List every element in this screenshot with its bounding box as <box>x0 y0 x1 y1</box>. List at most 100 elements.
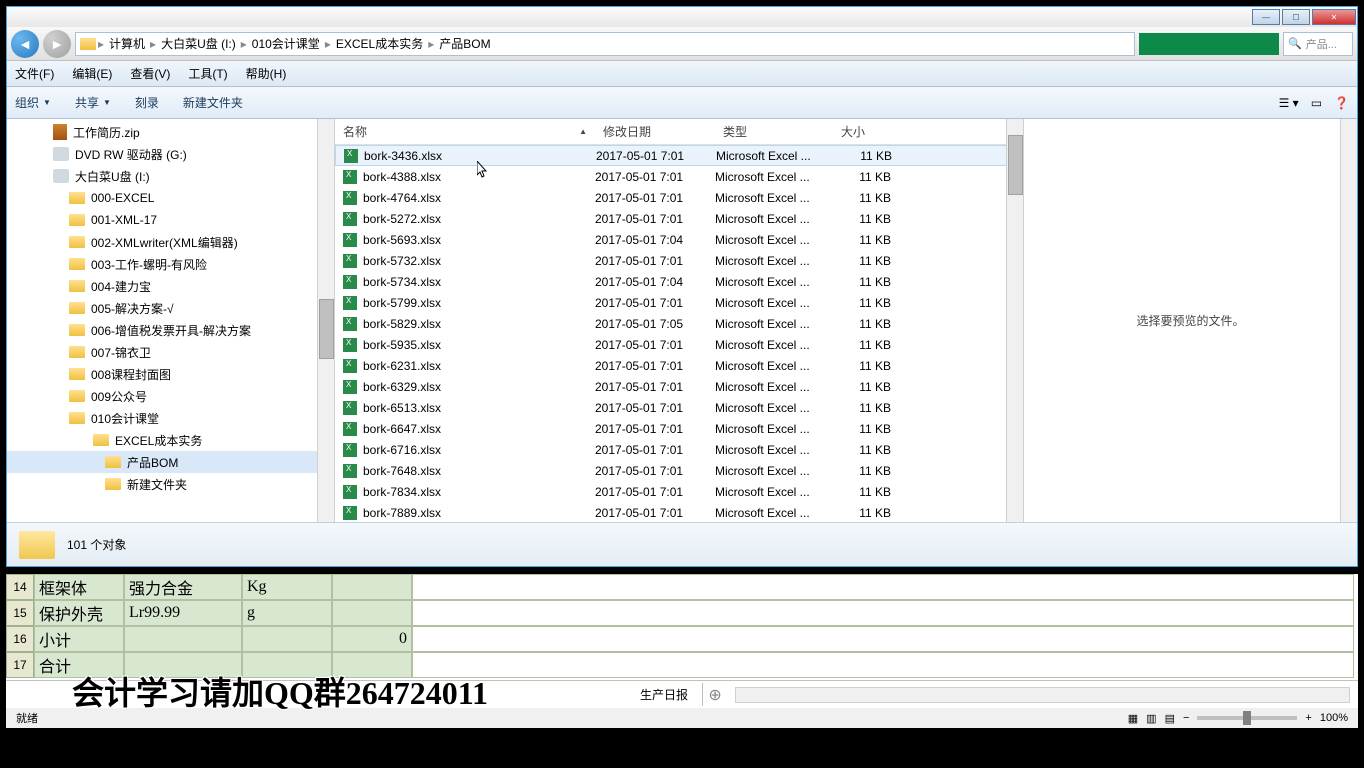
file-row[interactable]: bork-6329.xlsx 2017-05-01 7:01 Microsoft… <box>335 376 1023 397</box>
excel-row[interactable]: 16 小计 0 <box>6 626 1358 652</box>
row-header[interactable]: 17 <box>6 652 34 678</box>
file-row[interactable]: bork-5799.xlsx 2017-05-01 7:01 Microsoft… <box>335 292 1023 313</box>
menu-tools[interactable]: 工具(T) <box>188 65 227 82</box>
file-row[interactable]: bork-4388.xlsx 2017-05-01 7:01 Microsoft… <box>335 166 1023 187</box>
close-button[interactable]: ✕ <box>1312 9 1356 25</box>
menu-edit[interactable]: 编辑(E) <box>72 65 112 82</box>
add-sheet-button[interactable]: ⊕ <box>703 685 727 705</box>
zoom-out-button[interactable]: − <box>1183 712 1189 724</box>
help-icon[interactable]: ❓ <box>1334 96 1349 110</box>
row-header[interactable]: 14 <box>6 574 34 600</box>
forward-button[interactable]: ► <box>43 30 71 58</box>
cell[interactable]: Lr99.99 <box>124 600 242 626</box>
tree-item[interactable]: 003-工作-螺明-有风险 <box>7 253 334 275</box>
menu-file[interactable]: 文件(F) <box>15 65 54 82</box>
cell[interactable]: 小计 <box>34 626 124 652</box>
tree-scrollbar[interactable] <box>317 119 334 522</box>
file-row[interactable]: bork-7889.xlsx 2017-05-01 7:01 Microsoft… <box>335 502 1023 522</box>
back-button[interactable]: ◄ <box>11 30 39 58</box>
file-row[interactable]: bork-6513.xlsx 2017-05-01 7:01 Microsoft… <box>335 397 1023 418</box>
tree-item[interactable]: 008课程封面图 <box>7 363 334 385</box>
cell[interactable] <box>412 626 1354 652</box>
tree-item[interactable]: 009公众号 <box>7 385 334 407</box>
tree-item[interactable]: 004-建力宝 <box>7 275 334 297</box>
file-scrollbar[interactable] <box>1006 119 1023 522</box>
view-mode-button[interactable]: ☰ ▾ <box>1279 96 1299 110</box>
cell[interactable]: 保护外壳 <box>34 600 124 626</box>
cell[interactable]: 强力合金 <box>124 574 242 600</box>
cell[interactable] <box>412 652 1354 678</box>
view-normal-icon[interactable]: ▦ <box>1128 712 1138 725</box>
cell[interactable] <box>242 626 332 652</box>
view-layout-icon[interactable]: ▥ <box>1146 712 1156 725</box>
menu-help[interactable]: 帮助(H) <box>246 65 287 82</box>
cell[interactable] <box>332 574 412 600</box>
row-header[interactable]: 16 <box>6 626 34 652</box>
col-name[interactable]: 名称 ▲ <box>335 123 595 140</box>
tree-item[interactable]: 006-增值税发票开具-解决方案 <box>7 319 334 341</box>
sheet-tab[interactable]: 生产日报 <box>626 683 703 706</box>
file-row[interactable]: bork-5829.xlsx 2017-05-01 7:05 Microsoft… <box>335 313 1023 334</box>
minimize-button[interactable]: — <box>1252 9 1280 25</box>
tree-item[interactable]: 新建文件夹 <box>7 473 334 495</box>
breadcrumb[interactable]: ▸ 计算机▸ 大白菜U盘 (I:)▸ 010会计课堂▸ EXCEL成本实务▸ 产… <box>75 32 1135 56</box>
file-row[interactable]: bork-5272.xlsx 2017-05-01 7:01 Microsoft… <box>335 208 1023 229</box>
burn-button[interactable]: 刻录 <box>135 94 159 111</box>
tree-item[interactable]: 000-EXCEL <box>7 187 334 209</box>
file-row[interactable]: bork-5935.xlsx 2017-05-01 7:01 Microsoft… <box>335 334 1023 355</box>
file-row[interactable]: bork-3436.xlsx 2017-05-01 7:01 Microsoft… <box>335 145 1023 166</box>
col-type[interactable]: 类型 <box>715 123 833 140</box>
tree-item[interactable]: 007-锦衣卫 <box>7 341 334 363</box>
cell[interactable] <box>412 600 1354 626</box>
tree-item[interactable]: 001-XML-17 <box>7 209 334 231</box>
breadcrumb-item[interactable]: 产品BOM <box>436 35 493 52</box>
cell[interactable]: g <box>242 600 332 626</box>
preview-scrollbar[interactable] <box>1340 119 1357 522</box>
new-folder-button[interactable]: 新建文件夹 <box>183 94 243 111</box>
cell[interactable] <box>124 626 242 652</box>
tree-item[interactable]: 002-XMLwriter(XML编辑器) <box>7 231 334 253</box>
zoom-slider[interactable] <box>1197 716 1297 720</box>
file-row[interactable]: bork-4764.xlsx 2017-05-01 7:01 Microsoft… <box>335 187 1023 208</box>
col-size[interactable]: 大小 <box>833 123 903 140</box>
tree-item[interactable]: 大白菜U盘 (I:) <box>7 165 334 187</box>
tree-item[interactable]: 010会计课堂 <box>7 407 334 429</box>
cell[interactable]: Kg <box>242 574 332 600</box>
file-row[interactable]: bork-6231.xlsx 2017-05-01 7:01 Microsoft… <box>335 355 1023 376</box>
excel-row[interactable]: 15 保护外壳 Lr99.99 g <box>6 600 1358 626</box>
breadcrumb-item[interactable]: 大白菜U盘 (I:) <box>158 35 239 52</box>
search-input[interactable]: 🔍 产品... <box>1283 32 1353 56</box>
maximize-button[interactable]: ☐ <box>1282 9 1310 25</box>
tree-item[interactable]: 产品BOM <box>7 451 334 473</box>
file-list[interactable]: 名称 ▲ 修改日期 类型 大小 bork-3436.xlsx 2017-05-0… <box>335 119 1023 522</box>
view-break-icon[interactable]: ▤ <box>1165 712 1175 725</box>
tree-item[interactable]: 005-解决方案-√ <box>7 297 334 319</box>
row-header[interactable]: 15 <box>6 600 34 626</box>
file-row[interactable]: bork-5732.xlsx 2017-05-01 7:01 Microsoft… <box>335 250 1023 271</box>
share-button[interactable]: 共享▼ <box>75 94 111 111</box>
tree-item[interactable]: EXCEL成本实务 <box>7 429 334 451</box>
tree-item[interactable]: DVD RW 驱动器 (G:) <box>7 143 334 165</box>
tree-item[interactable]: 工作简历.zip <box>7 121 334 143</box>
cell[interactable]: 0 <box>332 626 412 652</box>
cell[interactable] <box>332 600 412 626</box>
col-date[interactable]: 修改日期 <box>595 123 715 140</box>
file-row[interactable]: bork-7834.xlsx 2017-05-01 7:01 Microsoft… <box>335 481 1023 502</box>
cell[interactable]: 框架体 <box>34 574 124 600</box>
cell[interactable] <box>412 574 1354 600</box>
file-row[interactable]: bork-6716.xlsx 2017-05-01 7:01 Microsoft… <box>335 439 1023 460</box>
excel-row[interactable]: 14 框架体 强力合金 Kg <box>6 574 1358 600</box>
file-row[interactable]: bork-5734.xlsx 2017-05-01 7:04 Microsoft… <box>335 271 1023 292</box>
breadcrumb-item[interactable]: 010会计课堂 <box>249 35 323 52</box>
zoom-in-button[interactable]: + <box>1305 712 1311 724</box>
menu-view[interactable]: 查看(V) <box>130 65 170 82</box>
tree-panel[interactable]: 工作简历.zipDVD RW 驱动器 (G:)大白菜U盘 (I:)000-EXC… <box>7 119 335 522</box>
file-row[interactable]: bork-7648.xlsx 2017-05-01 7:01 Microsoft… <box>335 460 1023 481</box>
preview-toggle-button[interactable]: ▭ <box>1311 96 1322 110</box>
horizontal-scrollbar[interactable] <box>735 687 1350 703</box>
organize-button[interactable]: 组织▼ <box>15 94 51 111</box>
breadcrumb-item[interactable]: 计算机 <box>106 35 148 52</box>
file-row[interactable]: bork-6647.xlsx 2017-05-01 7:01 Microsoft… <box>335 418 1023 439</box>
file-row[interactable]: bork-5693.xlsx 2017-05-01 7:04 Microsoft… <box>335 229 1023 250</box>
breadcrumb-item[interactable]: EXCEL成本实务 <box>333 35 426 52</box>
